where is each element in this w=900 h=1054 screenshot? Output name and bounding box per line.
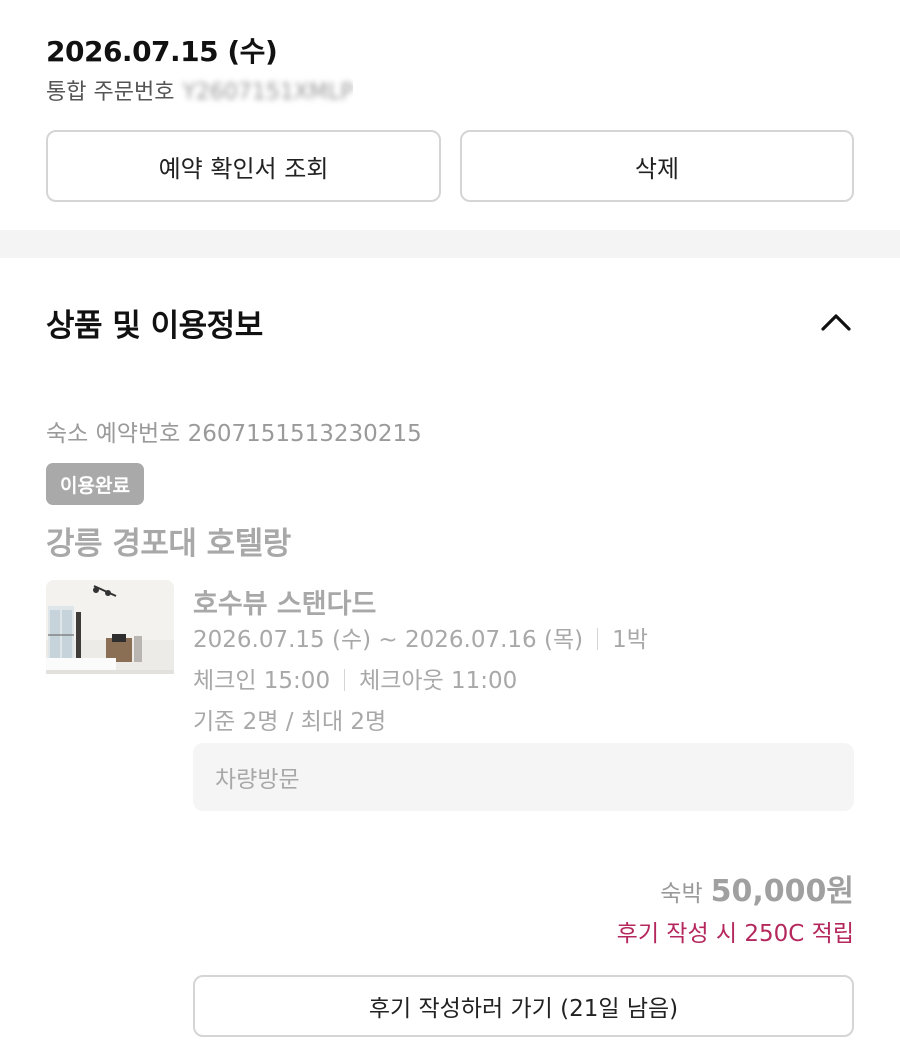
reservation-number: 숙소 예약번호 2607151513230215 bbox=[46, 421, 422, 447]
divider bbox=[344, 669, 346, 691]
hotel-name[interactable]: 강릉 경포대 호텔랑 bbox=[46, 518, 291, 563]
price-row: 숙박 50,000원 bbox=[660, 866, 854, 910]
stay-dates-row: 2026.07.15 (수) ~ 2026.07.16 (목) 1박 bbox=[193, 620, 648, 654]
checkin-time: 체크인 15:00 bbox=[193, 668, 331, 694]
room-thumbnail[interactable] bbox=[46, 580, 174, 708]
occupancy: 기준 2명 / 최대 2명 bbox=[193, 709, 387, 735]
collapse-toggle[interactable] bbox=[812, 298, 860, 346]
room-photo bbox=[46, 580, 174, 708]
room-name: 호수뷰 스탠다드 bbox=[193, 589, 377, 620]
checkout-time: 체크아웃 11:00 bbox=[359, 668, 518, 694]
checkin-times-row: 체크인 15:00 체크아웃 11:00 bbox=[193, 661, 517, 695]
order-number: 통합 주문번호 Y2607151XMLP bbox=[46, 74, 353, 106]
price-value: 50,000원 bbox=[710, 874, 854, 909]
reward-note: 후기 작성 시 250C 적립 bbox=[616, 921, 854, 947]
section-title: 상품 및 이용정보 bbox=[46, 308, 263, 344]
status-badge: 이용완료 bbox=[46, 463, 144, 505]
reservation-confirmation-button[interactable]: 예약 확인서 조회 bbox=[46, 130, 441, 202]
price-label: 숙박 bbox=[660, 881, 703, 907]
section-divider bbox=[0, 230, 900, 258]
delete-button[interactable]: 삭제 bbox=[460, 130, 854, 202]
order-number-masked: Y2607151XMLP bbox=[182, 80, 354, 105]
stay-dates: 2026.07.15 (수) ~ 2026.07.16 (목) bbox=[193, 627, 584, 653]
visit-method-box: 차량방문 bbox=[193, 743, 854, 811]
nights: 1박 bbox=[612, 627, 648, 653]
divider bbox=[597, 628, 599, 650]
write-review-button[interactable]: 후기 작성하러 가기 (21일 남음) bbox=[193, 975, 854, 1037]
chevron-up-icon bbox=[821, 314, 851, 331]
order-date: 2026.07.15 (수) bbox=[46, 35, 278, 68]
order-number-label: 통합 주문번호 bbox=[46, 80, 175, 105]
